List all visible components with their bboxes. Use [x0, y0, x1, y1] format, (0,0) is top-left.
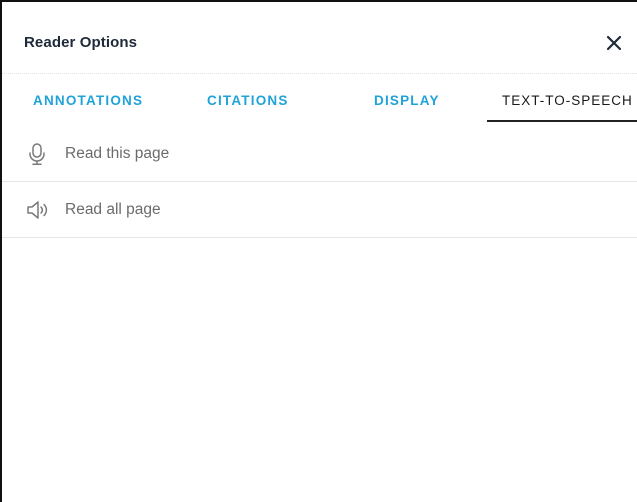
close-button[interactable]: [600, 29, 628, 57]
active-tab-indicator: [487, 120, 637, 122]
panel-title: Reader Options: [24, 34, 138, 51]
read-this-page-label: Read this page: [65, 145, 170, 162]
tab-annotations[interactable]: ANNOTATIONS: [33, 93, 143, 108]
tab-bar: ANNOTATIONS CITATIONS DISPLAY TEXT-TO-SP…: [2, 74, 637, 128]
speaker-icon: [27, 201, 48, 219]
close-icon: [606, 35, 622, 51]
microphone-icon: [29, 143, 45, 166]
tts-options-list: Read this page Read all page: [2, 126, 637, 238]
tab-citations[interactable]: CITATIONS: [207, 93, 289, 108]
panel-header: Reader Options: [2, 2, 637, 74]
tab-text-to-speech[interactable]: TEXT-TO-SPEECH: [502, 93, 633, 108]
tab-display[interactable]: DISPLAY: [374, 93, 440, 108]
read-all-page-option[interactable]: Read all page: [2, 182, 637, 238]
reader-options-panel: Reader Options ANNOTATIONS CITATIONS DIS…: [0, 0, 637, 502]
read-all-page-label: Read all page: [65, 201, 161, 218]
read-this-page-option[interactable]: Read this page: [2, 126, 637, 182]
